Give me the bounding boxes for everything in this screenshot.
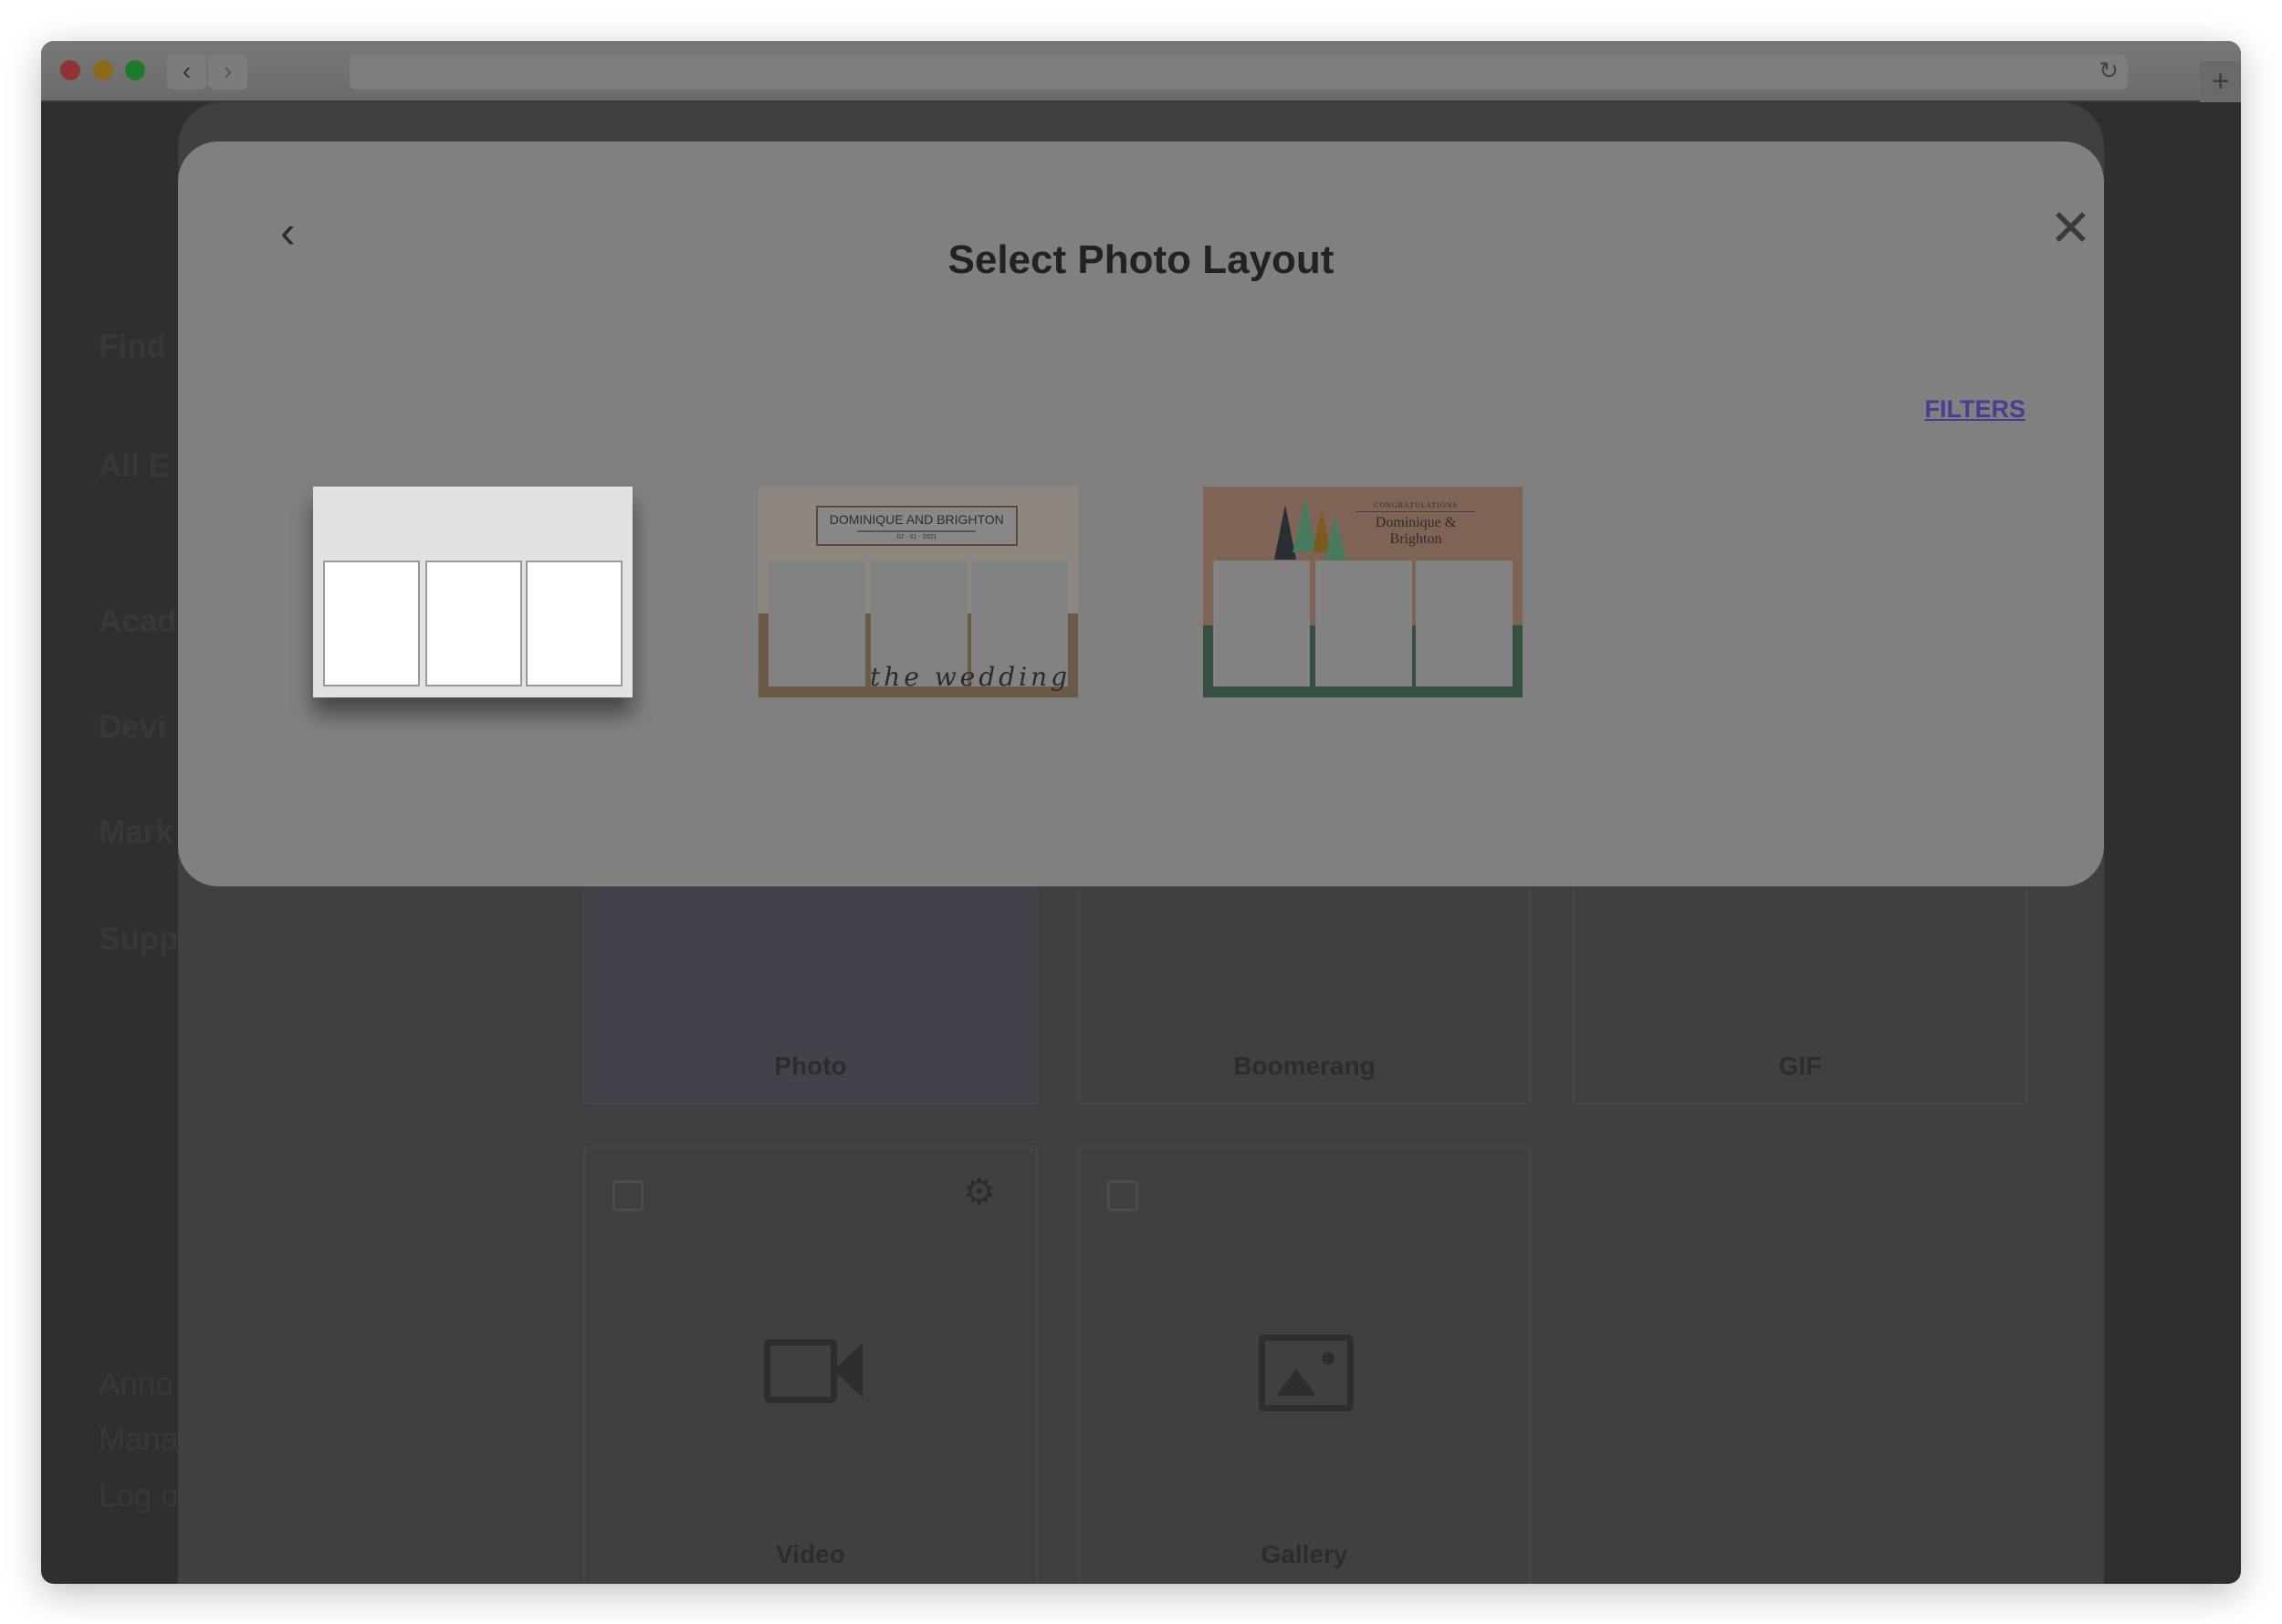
video-camera-lens	[833, 1343, 863, 1398]
wedding-date: 02 - 01 - 2021	[857, 529, 977, 540]
card-label: Video	[776, 1540, 845, 1568]
sidebar-item-find[interactable]: Find	[99, 329, 166, 365]
sidebar-item-announcements[interactable]: Anno	[99, 1367, 173, 1403]
chevron-left-icon: ‹	[182, 57, 192, 85]
congrats-text: CONGRATULATIONS Dominique & Brighton	[1356, 501, 1475, 548]
sidebar-item-all-events[interactable]: All E	[99, 448, 170, 485]
browser-window: ‹ › ↻ + Find All E Acad Devi Mark Supp A…	[41, 41, 2241, 1584]
photo-slot	[526, 560, 623, 687]
sidebar-item-devices[interactable]: Devi	[99, 709, 166, 746]
modal-title: Select Photo Layout	[947, 237, 1335, 282]
sidebar-item-support[interactable]: Supp	[99, 921, 178, 958]
wedding-heading: DOMINIQUE AND BRIGHTON	[829, 511, 1004, 527]
layout-option-wedding[interactable]: DOMINIQUE AND BRIGHTON 02 - 01 - 2021 th…	[759, 487, 1078, 697]
gallery-checkbox[interactable]	[1107, 1180, 1138, 1211]
photo-slot	[1213, 560, 1311, 687]
sidebar-item-logout[interactable]: Log o	[99, 1478, 179, 1514]
wedding-script: the wedding	[869, 662, 1071, 692]
close-window-button[interactable]	[60, 60, 80, 80]
sidebar-item-marketing[interactable]: Mark	[99, 814, 173, 851]
card-label: Photo	[774, 1052, 847, 1080]
wedding-header: DOMINIQUE AND BRIGHTON 02 - 01 - 2021	[816, 505, 1018, 546]
sidebar-item-manage[interactable]: Mana	[99, 1421, 179, 1458]
card-label: Boomerang	[1233, 1052, 1376, 1080]
congrats-kicker: CONGRATULATIONS	[1356, 501, 1475, 512]
select-photo-layout-modal: ‹ Select Photo Layout ✕ FILTERS DOMINIQU…	[178, 141, 2104, 886]
gear-icon[interactable]: ⚙	[963, 1171, 996, 1213]
close-icon: ✕	[2049, 199, 2092, 257]
plus-icon: +	[2211, 64, 2230, 99]
address-bar[interactable]: ↻	[350, 55, 2128, 89]
reload-icon[interactable]: ↻	[2099, 57, 2119, 85]
image-gallery-icon	[1259, 1335, 1354, 1411]
new-tab-button[interactable]: +	[2200, 61, 2241, 102]
layout-option-blank[interactable]	[313, 487, 633, 697]
congrats-names-line2: Brighton	[1389, 531, 1442, 547]
video-checkbox[interactable]	[612, 1180, 644, 1211]
browser-toolbar: ‹ › ↻	[41, 41, 2241, 102]
video-camera-icon	[764, 1339, 837, 1403]
photo-slot	[1416, 560, 1513, 687]
layout-option-congratulations[interactable]: CONGRATULATIONS Dominique & Brighton	[1203, 487, 1523, 697]
filters-link[interactable]: FILTERS	[1925, 395, 2026, 424]
photo-slot	[323, 560, 421, 687]
capture-card-gallery[interactable]: Gallery	[1078, 1146, 1531, 1584]
close-button[interactable]: ✕	[2049, 198, 2092, 258]
card-label: Gallery	[1261, 1540, 1348, 1568]
chevron-right-icon: ›	[223, 57, 233, 85]
congrats-names-line1: Dominique &	[1375, 515, 1457, 530]
photo-slot	[1314, 560, 1412, 687]
capture-card-video[interactable]: ⚙ Video	[583, 1146, 1038, 1584]
photo-slot	[769, 560, 866, 687]
photo-slot	[424, 560, 522, 687]
minimize-window-button[interactable]	[93, 60, 113, 80]
maximize-window-button[interactable]	[125, 60, 145, 80]
sidebar-item-academy[interactable]: Acad	[99, 603, 177, 640]
browser-forward-button[interactable]: ›	[208, 55, 247, 89]
card-label: GIF	[1778, 1052, 1822, 1080]
browser-back-button[interactable]: ‹	[167, 55, 206, 89]
tree-icon	[1324, 514, 1346, 561]
